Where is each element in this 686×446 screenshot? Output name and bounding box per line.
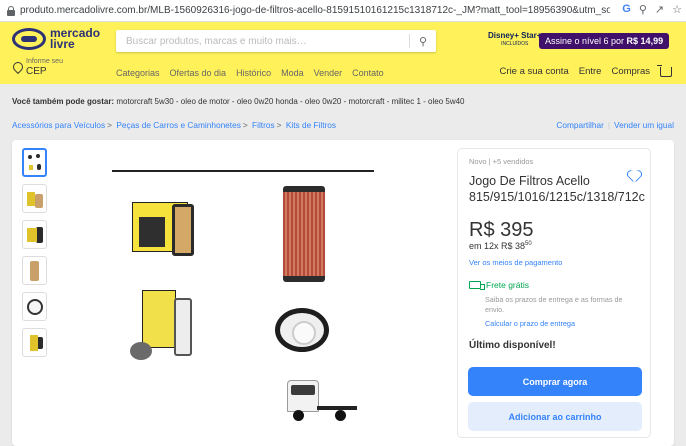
share-links: Compartilhar | Vender um igual xyxy=(556,120,674,130)
related-items[interactable]: motorcraft 5w30 - oleo de motor - oleo 0… xyxy=(116,97,464,106)
shipping-info: Saiba os prazos de entrega e as formas d… xyxy=(485,295,623,314)
search-input[interactable] xyxy=(116,30,409,52)
cep-value: CEP xyxy=(26,66,47,77)
related-searches: Você também pode gostar: motorcraft 5w30… xyxy=(12,97,465,106)
thumbnail[interactable] xyxy=(22,184,47,213)
fuel-filter-image xyxy=(174,298,192,356)
subscription-promo[interactable]: Assine o nível 6 por R$ 14,99 xyxy=(539,33,670,49)
search-icon[interactable]: ⚲ xyxy=(410,30,436,52)
air-filter-image xyxy=(283,186,325,282)
product-title: Jogo De Filtros Acello 815/915/1016/1215… xyxy=(469,174,645,204)
buy-now-button[interactable]: Comprar agora xyxy=(468,367,642,396)
sell-similar-link[interactable]: Vender um igual xyxy=(614,120,674,130)
share-icon[interactable]: ↗ xyxy=(655,3,664,16)
breadcrumb-item[interactable]: Filtros xyxy=(252,120,275,130)
login-link[interactable]: Entre xyxy=(579,66,602,77)
disney-logo-text: Disney+ Star+ xyxy=(488,31,542,40)
add-to-cart-button[interactable]: Adicionar ao carrinho xyxy=(468,402,642,431)
product-image[interactable] xyxy=(112,166,374,444)
fuel-cartridge-image xyxy=(275,308,329,352)
fuel-filter-box-image xyxy=(142,290,176,348)
nav-fashion[interactable]: Moda xyxy=(281,68,304,78)
stock-status: Último disponível! xyxy=(469,340,556,351)
breadcrumb-item[interactable]: Peças de Carros e Caminhonetes xyxy=(116,120,241,130)
truck-icon xyxy=(469,281,485,290)
thumbnail[interactable] xyxy=(22,148,47,177)
thumbnail-list xyxy=(22,148,47,357)
fuel-bowl-image xyxy=(130,342,152,360)
installments: em 12x R$ 3850 xyxy=(469,241,532,251)
promo-text: Assine o nível 6 por xyxy=(545,36,627,46)
thumbnail[interactable] xyxy=(22,220,47,249)
lock-icon xyxy=(6,5,16,16)
purchases-link[interactable]: Compras xyxy=(611,66,650,77)
condition-text: Novo | +5 vendidos xyxy=(469,157,534,166)
mercadolivre-logo[interactable]: mercado livre xyxy=(12,27,100,51)
installment-value: em 12x R$ 38 xyxy=(469,241,526,251)
free-shipping-label: Frete grátis xyxy=(486,280,529,290)
nav-categories[interactable]: Categorias xyxy=(116,68,160,78)
star-icon[interactable]: ☆ xyxy=(672,3,682,16)
disney-star-logo[interactable]: Disney+ Star+ INCLUÍDOS xyxy=(488,32,541,48)
thumbnail[interactable] xyxy=(22,292,47,321)
image-divider xyxy=(112,170,374,172)
nav-sell[interactable]: Vender xyxy=(314,68,343,78)
oil-filter-cartridge-image xyxy=(172,204,194,256)
nav-history[interactable]: Histórico xyxy=(236,68,271,78)
share-link[interactable]: Compartilhar xyxy=(556,120,604,130)
calculate-delivery-link[interactable]: Calcular o prazo de entrega xyxy=(485,319,575,328)
nav-offers[interactable]: Ofertas do dia xyxy=(170,68,227,78)
account-nav: Crie a sua conta Entre Compras xyxy=(500,64,672,77)
cep-selector[interactable]: Informe seu CEP xyxy=(12,58,63,77)
create-account-link[interactable]: Crie a sua conta xyxy=(500,66,569,77)
installment-cents: 50 xyxy=(525,241,532,247)
handshake-icon xyxy=(12,28,46,50)
buy-box: Novo | +5 vendidos Jogo De Filtros Acell… xyxy=(457,148,651,438)
truck-image xyxy=(287,380,357,428)
breadcrumb: Acessórios para Veículos > Peças de Carro… xyxy=(12,120,337,130)
browser-actions: G ⚲ ↗ ☆ xyxy=(622,3,682,16)
breadcrumb-item[interactable]: Acessórios para Veículos xyxy=(12,120,105,130)
search-icon[interactable]: ⚲ xyxy=(639,3,647,16)
browser-address-bar: produto.mercadolivre.com.br/MLB-15609263… xyxy=(0,0,686,22)
main-nav: Categorias Ofertas do dia Histórico Moda… xyxy=(116,68,384,78)
promo-price: R$ 14,99 xyxy=(626,36,664,46)
nav-contact[interactable]: Contato xyxy=(352,68,384,78)
url-text[interactable]: produto.mercadolivre.com.br/MLB-15609263… xyxy=(20,5,610,16)
search-bar: ⚲ xyxy=(116,30,436,52)
google-icon[interactable]: G xyxy=(622,3,631,16)
cep-label: Informe seu xyxy=(26,58,63,65)
thumbnail[interactable] xyxy=(22,256,47,285)
product-price: R$ 395 xyxy=(469,219,534,241)
free-shipping: Frete grátis xyxy=(469,280,529,290)
thumbnail[interactable] xyxy=(22,328,47,357)
breadcrumb-item[interactable]: Kits de Filtros xyxy=(286,120,336,130)
site-header: mercado livre ⚲ Disney+ Star+ INCLUÍDOS … xyxy=(0,22,686,84)
location-pin-icon xyxy=(12,62,22,74)
disney-sub-text: INCLUÍDOS xyxy=(501,41,529,47)
cart-icon[interactable] xyxy=(657,64,672,77)
logo-word-2: livre xyxy=(50,37,75,51)
payment-methods-link[interactable]: Ver os meios de pagamento xyxy=(469,258,562,267)
related-label: Você também pode gostar: xyxy=(12,97,115,106)
